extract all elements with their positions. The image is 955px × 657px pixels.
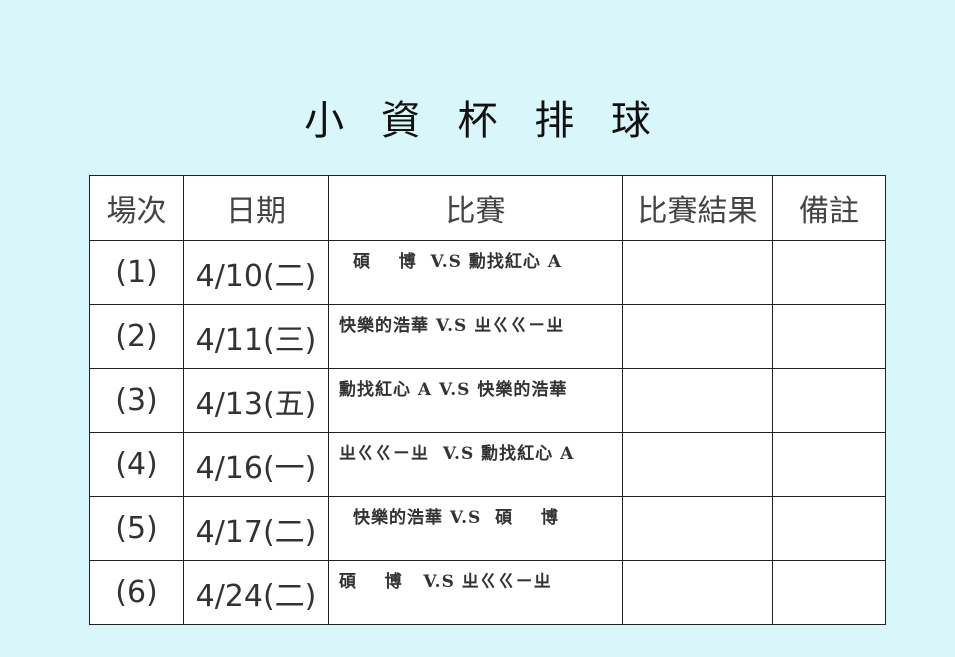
match-teams-text: 快樂的浩華 V.S ㄓㄍㄍㄧㄓ (339, 316, 565, 336)
match-note (772, 304, 886, 369)
match-teams-text: 碩 博 V.S 勳找紅心 A (353, 252, 562, 272)
match-date: 4/24(二) (183, 560, 329, 625)
match-date: 4/13(五) (183, 368, 329, 433)
table-row: (6) 4/24(二) 碩 博 V.S ㄓㄍㄍㄧㄓ (89, 560, 886, 625)
match-teams: 快樂的浩華 V.S 碩 博 (328, 496, 623, 561)
table-row: (4) 4/16(一) ㄓㄍㄍㄧㄓ V.S 勳找紅心 A (89, 432, 886, 497)
match-result (622, 496, 773, 561)
match-teams-text: 勳找紅心 A V.S 快樂的浩華 (339, 380, 568, 400)
table-row: (3) 4/13(五) 勳找紅心 A V.S 快樂的浩華 (89, 368, 886, 433)
match-teams: 快樂的浩華 V.S ㄓㄍㄍㄧㄓ (328, 304, 623, 369)
match-number: (4) (89, 432, 184, 497)
match-teams: 碩 博 V.S 勳找紅心 A (328, 240, 623, 305)
match-result (622, 240, 773, 305)
match-result (622, 304, 773, 369)
match-note (772, 560, 886, 625)
header-match-no: 場次 (89, 175, 184, 241)
match-note (772, 240, 886, 305)
match-note (772, 368, 886, 433)
match-date: 4/11(三) (183, 304, 329, 369)
page-title: 小 資 杯 排 球 (304, 98, 663, 144)
header-match: 比賽 (328, 175, 623, 241)
schedule-table: 場次 日期 比賽 比賽結果 備註 (1) 4/10(二) 碩 博 V.S 勳找紅… (89, 175, 886, 625)
match-number: (3) (89, 368, 184, 433)
match-date: 4/16(一) (183, 432, 329, 497)
header-result: 比賽結果 (622, 175, 773, 241)
match-number: (5) (89, 496, 184, 561)
match-teams-text: 碩 博 V.S ㄓㄍㄍㄧㄓ (339, 572, 552, 592)
match-result (622, 560, 773, 625)
header-note: 備註 (772, 175, 886, 241)
match-number: (6) (89, 560, 184, 625)
match-teams: 碩 博 V.S ㄓㄍㄍㄧㄓ (328, 560, 623, 625)
match-teams: ㄓㄍㄍㄧㄓ V.S 勳找紅心 A (328, 432, 623, 497)
match-result (622, 368, 773, 433)
match-date: 4/17(二) (183, 496, 329, 561)
table-row: (5) 4/17(二) 快樂的浩華 V.S 碩 博 (89, 496, 886, 561)
table-row: (2) 4/11(三) 快樂的浩華 V.S ㄓㄍㄍㄧㄓ (89, 304, 886, 369)
header-row: 場次 日期 比賽 比賽結果 備註 (89, 175, 886, 241)
match-note (772, 432, 886, 497)
header-date: 日期 (183, 175, 329, 241)
match-number: (2) (89, 304, 184, 369)
match-teams-text: ㄓㄍㄍㄧㄓ V.S 勳找紅心 A (339, 444, 575, 464)
match-teams-text: 快樂的浩華 V.S 碩 博 (353, 508, 559, 528)
table-row: (1) 4/10(二) 碩 博 V.S 勳找紅心 A (89, 240, 886, 305)
match-note (772, 496, 886, 561)
match-result (622, 432, 773, 497)
match-date: 4/10(二) (183, 240, 329, 305)
match-teams: 勳找紅心 A V.S 快樂的浩華 (328, 368, 623, 433)
match-number: (1) (89, 240, 184, 305)
